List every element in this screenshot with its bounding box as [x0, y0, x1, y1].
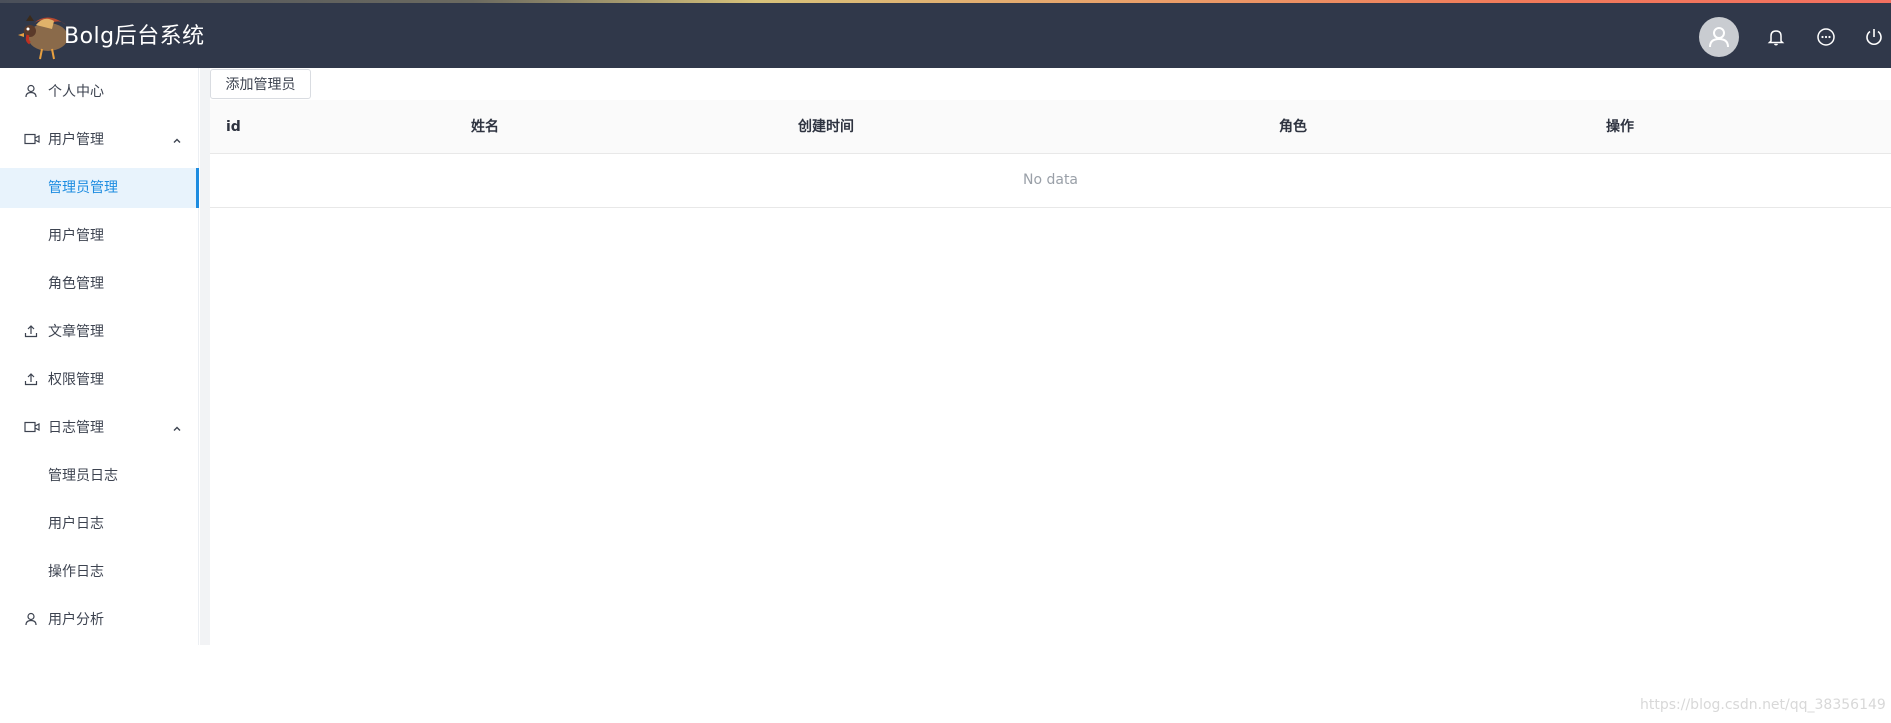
add-admin-button[interactable]: 添加管理员	[210, 69, 311, 99]
main-content: 添加管理员 id 姓名 创建时间 角色 操作 No data	[210, 68, 1891, 645]
admin-table: id 姓名 创建时间 角色 操作 No data	[210, 100, 1891, 208]
sidebar-item-admin-management[interactable]: 管理员管理	[0, 168, 199, 208]
column-header-actions: 操作	[1606, 119, 1634, 135]
sidebar-item-user-management[interactable]: 用户管理	[0, 120, 199, 160]
sidebar-item-label: 用户日志	[48, 516, 104, 532]
column-header-created: 创建时间	[798, 119, 854, 135]
sidebar-item-user-logs[interactable]: 用户日志	[0, 504, 199, 544]
sidebar-item-permissions[interactable]: 权限管理	[0, 360, 199, 400]
video-icon	[24, 132, 40, 148]
header: Bolg后台系统	[0, 3, 1891, 68]
sidebar-item-roles[interactable]: 角色管理	[0, 264, 199, 304]
logo-icon	[8, 13, 72, 61]
sidebar-item-label: 管理员管理	[48, 180, 118, 196]
sidebar-item-articles[interactable]: 文章管理	[0, 312, 199, 352]
column-header-name: 姓名	[471, 119, 499, 135]
avatar-icon	[1709, 27, 1729, 48]
sidebar-item-profile[interactable]: 个人中心	[0, 72, 199, 112]
column-header-role: 角色	[1279, 119, 1307, 135]
message-icon[interactable]	[1814, 25, 1838, 49]
chevron-up-icon	[172, 422, 182, 432]
sidebar-item-label: 用户管理	[48, 228, 104, 244]
video-icon	[24, 420, 40, 436]
sidebar-item-label: 管理员日志	[48, 468, 118, 484]
sidebar-item-label: 日志管理	[48, 420, 104, 436]
power-icon[interactable]	[1862, 25, 1886, 49]
sidebar-item-label: 操作日志	[48, 564, 104, 580]
user-icon	[24, 84, 40, 100]
sidebar-item-label: 文章管理	[48, 324, 104, 340]
column-header-id: id	[226, 119, 241, 135]
avatar[interactable]	[1699, 17, 1739, 57]
sidebar-item-label: 权限管理	[48, 372, 104, 388]
sidebar-gutter	[200, 68, 210, 645]
upload-icon	[24, 324, 40, 340]
sidebar-item-label: 用户管理	[48, 132, 104, 148]
sidebar-item-label: 用户分析	[48, 612, 104, 628]
table-header: id 姓名 创建时间 角色 操作	[210, 100, 1891, 154]
user-icon	[24, 612, 40, 628]
sidebar-item-operation-logs[interactable]: 操作日志	[0, 552, 199, 592]
sidebar-item-user-analytics[interactable]: 用户分析	[0, 600, 199, 640]
bell-icon[interactable]	[1764, 25, 1788, 49]
sidebar-item-label: 角色管理	[48, 276, 104, 292]
sidebar-item-logs[interactable]: 日志管理	[0, 408, 199, 448]
chevron-up-icon	[172, 134, 182, 144]
empty-state-text: No data	[1022, 172, 1079, 188]
upload-icon	[24, 372, 40, 388]
sidebar-item-users[interactable]: 用户管理	[0, 216, 199, 256]
sidebar: 个人中心 用户管理 管理员管理 用户管理 角色管理 文章管理 权限管理 日志管理…	[0, 68, 199, 645]
table-body: No data	[210, 154, 1891, 208]
watermark: https://blog.csdn.net/qq_38356149	[1640, 697, 1886, 713]
brand-title: Bolg后台系统	[64, 24, 205, 49]
app-root: Bolg后台系统 个人中心 用户管理 管理员管理 用户管理 角色管理 文章管理 …	[0, 0, 1891, 723]
sidebar-item-admin-logs[interactable]: 管理员日志	[0, 456, 199, 496]
sidebar-item-label: 个人中心	[48, 84, 104, 100]
